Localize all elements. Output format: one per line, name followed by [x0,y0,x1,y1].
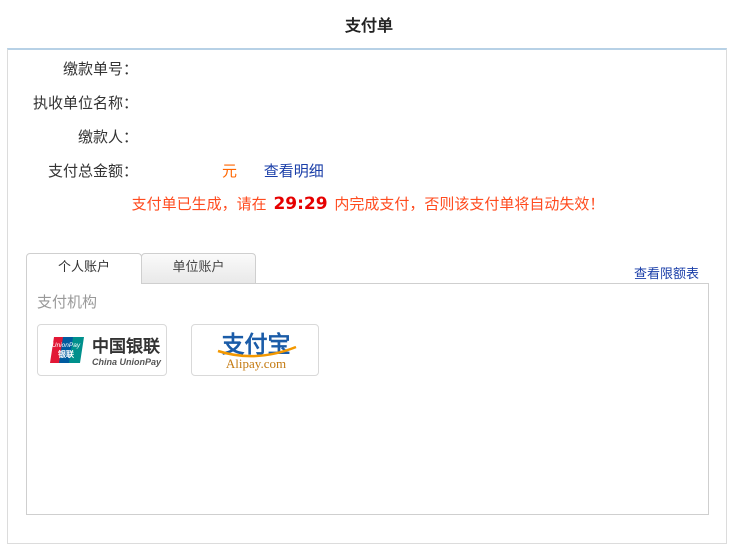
notice-suffix: 内完成支付，否则该支付单将自动失效！ [334,195,605,213]
expiry-notice: 支付单已生成，请在 29:29 内完成支付，否则该支付单将自动失效！ [8,193,728,215]
view-details-link[interactable]: 查看明细 [264,162,324,180]
bill-no-row: 缴款单号： [8,58,708,80]
tab-personal-account[interactable]: 个人账户 [26,253,142,284]
payer-row: 缴款人： [8,126,708,148]
tab-content: 支付机构 UnionPay 银联 中国银联 China UnionPay 支付宝… [26,283,709,515]
payer-label: 缴款人： [77,128,138,146]
page-title: 支付单 [344,16,393,35]
payment-panel: 缴款单号： 执收单位名称： 缴款人： 支付总金额： 元 查看明细 支付单已生成，… [7,48,727,544]
amount-row: 支付总金额： 元 查看明细 [8,160,708,182]
unionpay-option[interactable]: UnionPay 银联 中国银联 China UnionPay [37,324,167,376]
currency-unit: 元 [222,162,238,180]
countdown-timer: 29:29 [273,194,328,214]
unionpay-name-en: China UnionPay [92,357,162,367]
alipay-name-en: Alipay.com [226,356,286,371]
unit-name-row: 执收单位名称： [8,92,708,114]
alipay-logo-icon: 支付宝 Alipay.com [217,331,297,371]
amount-label: 支付总金额： [47,162,138,180]
view-limit-table-link[interactable]: 查看限额表 [634,263,699,282]
unit-name-label: 执收单位名称： [32,94,138,112]
alipay-option[interactable]: 支付宝 Alipay.com [191,324,319,376]
notice-prefix: 支付单已生成，请在 [131,195,267,213]
unionpay-logo-icon: UnionPay 银联 中国银联 China UnionPay [50,336,162,367]
tab-unit-account[interactable]: 单位账户 [141,253,256,283]
payment-institution-label: 支付机构 [37,293,98,311]
unionpay-badge-bottom: 银联 [57,349,74,359]
unionpay-badge-top: UnionPay [52,342,81,349]
bill-no-label: 缴款单号： [62,60,138,78]
amount-value-group: 元 查看明细 [158,160,324,182]
unionpay-name-cn: 中国银联 [92,336,160,357]
